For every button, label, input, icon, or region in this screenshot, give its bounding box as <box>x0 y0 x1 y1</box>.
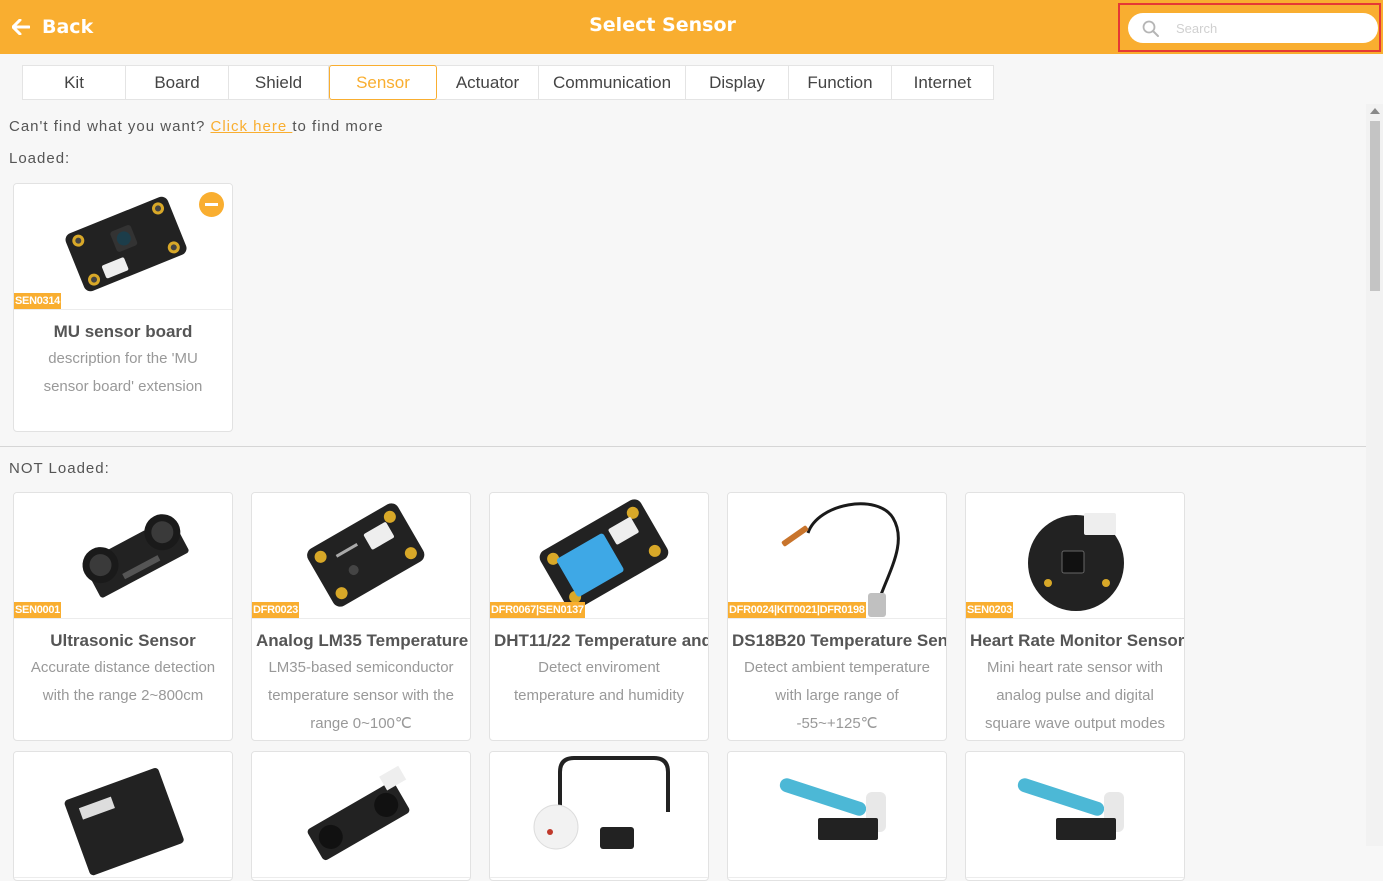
lm35-sensor-image: DFR0023 <box>252 493 470 619</box>
sku-badge: DFR0023 <box>252 602 299 618</box>
ir-distance-sensor-image <box>252 752 470 878</box>
remove-icon[interactable] <box>199 192 224 217</box>
card-description: Detect enviroment temperature and humidi… <box>513 659 685 704</box>
search-field[interactable] <box>1128 13 1378 43</box>
ds18b20-probe-image: DFR0024|KIT0021|DFR0198 <box>728 493 946 619</box>
card-description: description for the 'MU sensor board' ex… <box>43 350 203 395</box>
click-here-link[interactable]: Click here <box>210 118 292 135</box>
sku-badge: SEN0314 <box>14 293 61 309</box>
scroll-up-arrow[interactable] <box>1370 108 1380 114</box>
card-title: MU sensor board <box>53 322 193 341</box>
extension-card[interactable]: SEN0203 Heart Rate Monitor Sensor Mini h… <box>965 492 1185 741</box>
extension-card[interactable]: SEN0314 MU sensor board description for … <box>13 183 233 432</box>
card-description: Accurate distance detection with the ran… <box>30 659 216 704</box>
find-more-prefix: Can't find what you want? <box>9 118 206 135</box>
ph-probe-image <box>728 752 946 878</box>
card-description: Detect ambient temperature with large ra… <box>744 659 930 732</box>
extension-card[interactable]: DFR0067|SEN0137 DHT11/22 Temperature an d… <box>489 492 709 741</box>
card-title: Heart Rate Monitor Sensor <box>970 631 1184 650</box>
sku-badge: DFR0067|SEN0137 <box>490 602 585 618</box>
card-title: Ultrasonic Sensor <box>50 631 196 650</box>
tab-internet[interactable]: Internet <box>892 66 993 99</box>
extension-card[interactable]: DFR0023 Analog LM35 Temperature Sensor L… <box>251 492 471 741</box>
scrollbar-thumb[interactable] <box>1370 121 1380 291</box>
not-loaded-section-label: NOT Loaded: <box>9 460 110 477</box>
search-icon <box>1142 20 1159 37</box>
search-input[interactable] <box>1176 18 1366 38</box>
extension-card[interactable] <box>251 751 471 881</box>
sku-badge: DFR0024|KIT0021|DFR0198 <box>728 602 866 618</box>
find-more-text: Can't find what you want? Click here to … <box>9 118 384 135</box>
extension-card[interactable] <box>13 751 233 881</box>
top-bar: Back Select Sensor <box>0 0 1383 54</box>
ph-probe-image-2 <box>966 752 1184 878</box>
tab-shield[interactable]: Shield <box>229 66 329 99</box>
dust-sensor-image <box>14 752 232 878</box>
card-description: LM35-based semiconductor temperature sen… <box>268 659 454 732</box>
sku-badge: SEN0001 <box>14 602 61 618</box>
find-more-suffix: to find more <box>292 118 384 135</box>
tab-function[interactable]: Function <box>789 66 892 99</box>
dht11-sensor-image: DFR0067|SEN0137 <box>490 493 708 619</box>
loaded-section-label: Loaded: <box>9 150 71 167</box>
tab-communication[interactable]: Communication <box>539 66 686 99</box>
card-title: DS18B20 Temperature Sensor <box>732 631 946 650</box>
ultrasonic-sensor-image: SEN0001 <box>14 493 232 619</box>
extension-card[interactable]: SEN0001 Ultrasonic Sensor Accurate dista… <box>13 492 233 741</box>
card-title: DHT11/22 Temperature and Humidity Sensor <box>494 631 708 650</box>
card-description: Mini heart rate sensor with analog pulse… <box>984 659 1166 732</box>
tab-actuator[interactable]: Actuator <box>437 66 539 99</box>
card-title: Analog LM35 Temperature Sensor <box>256 631 470 650</box>
tab-kit[interactable]: Kit <box>23 66 126 99</box>
extension-card[interactable]: DFR0024|KIT0021|DFR0198 DS18B20 Temperat… <box>727 492 947 741</box>
tab-display[interactable]: Display <box>686 66 789 99</box>
heart-rate-sensor-image: SEN0203 <box>966 493 1184 619</box>
extension-card[interactable] <box>965 751 1185 881</box>
sku-badge: SEN0203 <box>966 602 1013 618</box>
section-divider <box>0 446 1366 447</box>
search-highlight-box <box>1118 3 1381 52</box>
touch-sensor-image <box>490 752 708 878</box>
category-tabs: Kit Board Shield Sensor Actuator Communi… <box>22 65 994 100</box>
extension-card[interactable] <box>489 751 709 881</box>
tab-board[interactable]: Board <box>126 66 229 99</box>
extension-card[interactable] <box>727 751 947 881</box>
tab-sensor[interactable]: Sensor <box>329 65 437 100</box>
mu-sensor-board-image: SEN0314 <box>14 184 232 310</box>
